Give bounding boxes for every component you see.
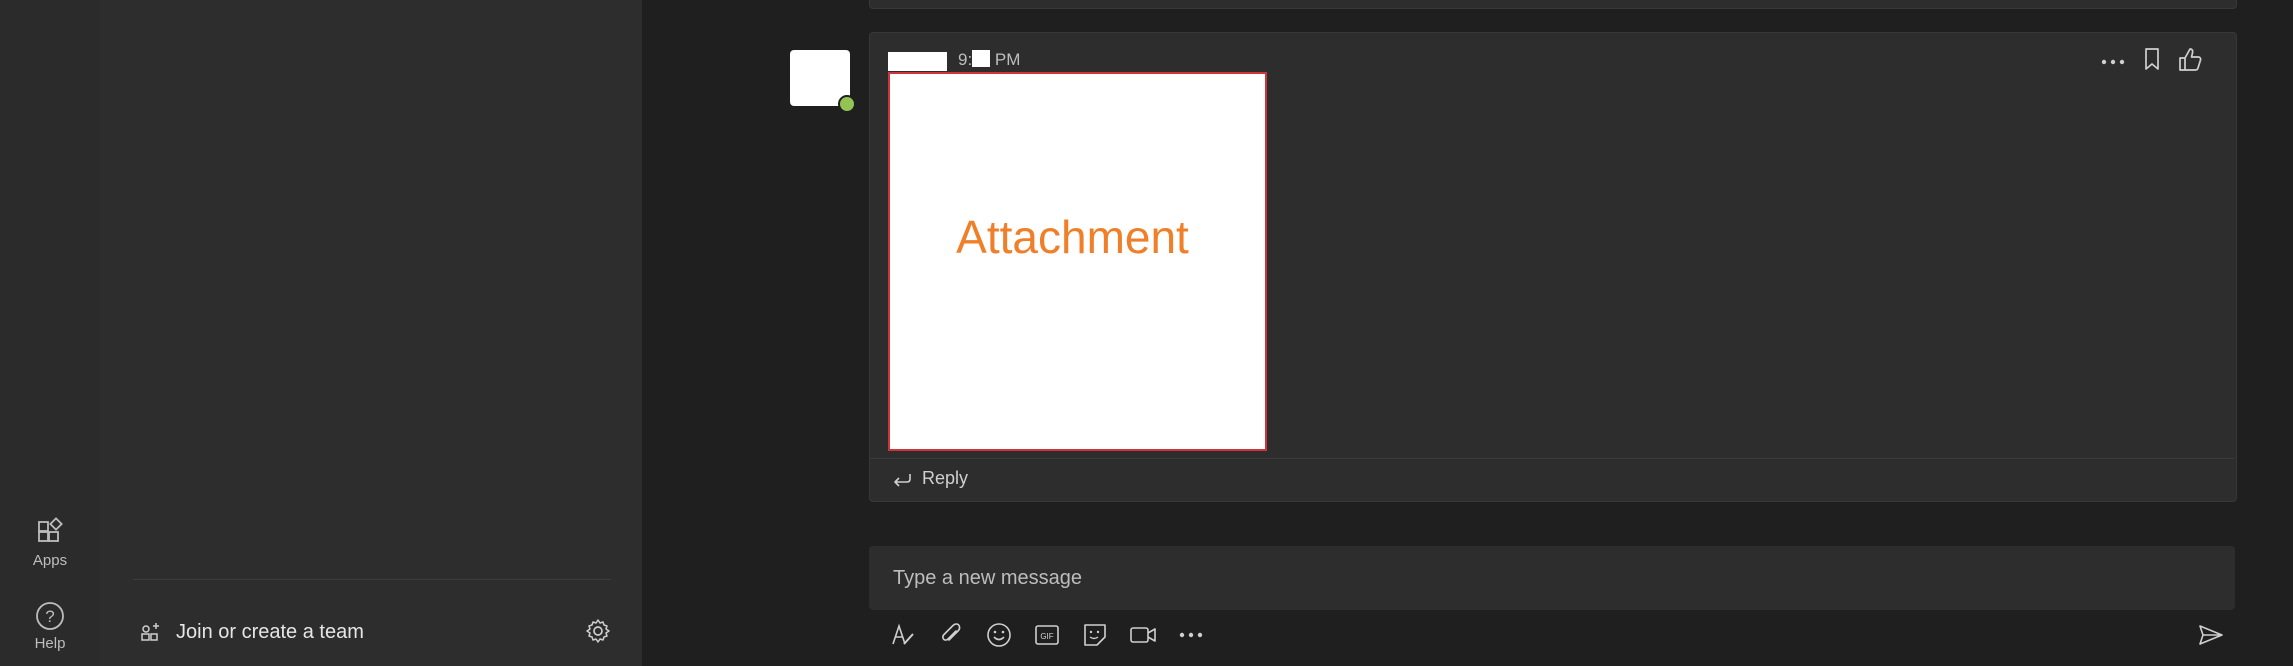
divider <box>870 458 2234 459</box>
app-rail: Apps ? Help <box>0 0 100 666</box>
format-icon <box>892 623 914 645</box>
more-horizontal-icon <box>1179 632 1203 638</box>
svg-text:?: ? <box>45 607 54 626</box>
timestamp-suffix: PM <box>994 50 1021 69</box>
meet-now-button[interactable] <box>1130 622 1156 648</box>
rail-item-apps[interactable]: Apps <box>0 517 100 569</box>
author-name-redacted[interactable] <box>888 52 947 71</box>
add-team-icon <box>141 623 159 641</box>
reply-arrow-icon <box>894 473 911 487</box>
presence-badge <box>838 95 856 113</box>
reply-label: Reply <box>922 468 969 488</box>
more-options-button[interactable] <box>2100 53 2126 71</box>
compose-box <box>869 546 2235 610</box>
more-compose-options-button[interactable] <box>1178 622 1204 648</box>
rail-item-help[interactable]: ? Help <box>0 601 100 652</box>
save-message-button[interactable] <box>2144 47 2160 76</box>
attachment-preview[interactable]: Attachment <box>888 72 1267 451</box>
teams-pane <box>100 0 642 666</box>
team-settings-button[interactable] <box>585 618 611 649</box>
message-actions <box>2100 46 2202 77</box>
attach-button[interactable] <box>938 622 964 648</box>
format-button[interactable] <box>890 622 916 648</box>
like-button[interactable] <box>2178 46 2202 77</box>
gif-icon: GIF <box>1035 625 1059 645</box>
compose-toolbar: GIF <box>890 622 1204 648</box>
bookmark-icon <box>2145 48 2159 70</box>
reply-button[interactable]: Reply <box>892 468 968 489</box>
join-or-create-team-label: Join or create a team <box>176 620 364 643</box>
message-timestamp: 9: PM <box>958 50 1020 70</box>
sticker-icon <box>1084 624 1106 646</box>
more-horizontal-icon <box>2101 59 2125 64</box>
join-or-create-team-button[interactable]: Join or create a team <box>140 614 364 650</box>
thumbs-up-icon <box>2179 48 2202 71</box>
rail-item-help-label: Help <box>34 635 66 652</box>
apps-icon <box>38 517 63 542</box>
message-input[interactable] <box>891 565 2195 591</box>
attachment-label: Attachment <box>956 210 1189 263</box>
svg-text:GIF: GIF <box>1040 632 1053 641</box>
timestamp-redacted <box>972 50 991 67</box>
send-button[interactable] <box>2198 624 2224 651</box>
rail-item-apps-label: Apps <box>32 552 68 569</box>
sticker-button[interactable] <box>1082 622 1108 648</box>
gif-button[interactable]: GIF <box>1034 622 1060 648</box>
video-camera-icon <box>1130 627 1156 643</box>
send-icon <box>2199 625 2223 645</box>
previous-message-card <box>869 0 2237 9</box>
timestamp-prefix: 9: <box>958 50 973 69</box>
help-icon: ? <box>36 602 64 630</box>
gear-icon <box>586 619 610 643</box>
divider <box>133 579 611 580</box>
emoji-icon <box>987 623 1011 647</box>
paperclip-icon <box>942 623 961 641</box>
emoji-button[interactable] <box>986 622 1012 648</box>
